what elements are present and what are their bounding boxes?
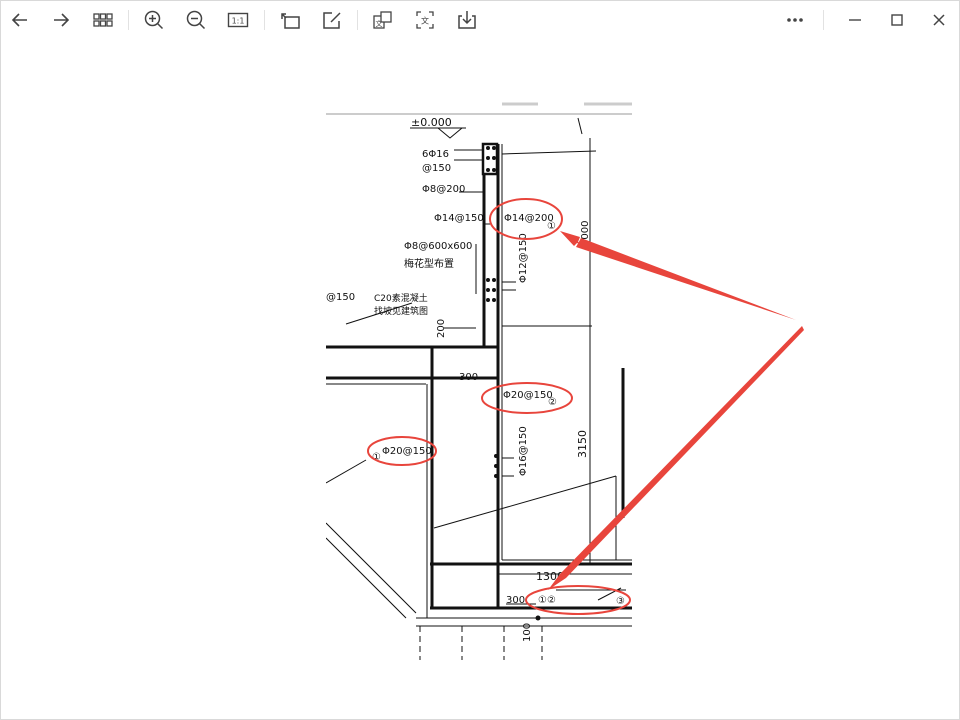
ocr-text-icon[interactable]: 文 [409,4,441,36]
separator [264,10,265,30]
minimize-icon[interactable] [839,4,871,36]
tick [577,117,583,135]
rebar-dot [486,146,490,150]
rebar-dot [486,156,490,160]
wall-lower-label: Φ16@150 [518,426,529,476]
actual-size-button[interactable]: 1:1 [222,4,254,36]
dim-1300: 1300 [536,570,564,583]
level-mark: ±0.000 [411,116,452,129]
left-partial-label: @150 [326,292,355,303]
rebar-dot [492,156,496,160]
toolbar: 1:1 文 文 [0,0,960,40]
more-icon[interactable] [779,4,811,36]
rebar-dot [486,278,490,282]
slope-note: 找坡见建筑图 [374,305,428,317]
rebar-dot [494,474,498,478]
translate-label: 文 [376,19,383,28]
tie-note: 梅花型布置 [404,257,454,270]
bottom-mark-3: ③ [616,596,625,607]
rebar-dot [486,288,490,292]
level-triangle [436,127,464,139]
wall-vertical-label: Φ12@150 [518,233,529,283]
top-rebar-label: 6Φ16 [422,149,449,160]
dim-3150: 3150 [576,430,589,458]
rotate-icon[interactable] [274,4,306,36]
separator [128,10,129,30]
circled-rebar-left: Φ20@150 [382,446,432,457]
separator [823,10,824,30]
circled-rebar-2: Φ20@150 [503,390,553,401]
slope-line [326,537,407,619]
circled-num-left: ① [372,452,381,463]
forward-arrow-icon[interactable] [45,4,77,36]
concrete-note: C20素混凝土 [374,292,428,304]
rebar-dot [492,168,496,172]
slope-line [326,522,417,614]
zoom-in-icon[interactable] [138,4,170,36]
leader-line [326,459,367,484]
dim-top-vertical: 2000 [580,221,591,246]
maximize-icon[interactable] [881,4,913,36]
drawing-image: ±0.000 6Φ16 @150 Φ8@200 Φ14@150 Φ14@200 … [326,98,632,660]
diagonal-line [433,475,617,529]
grid-view-icon[interactable] [87,4,119,36]
close-icon[interactable] [923,4,955,36]
circled-num-1: ① [547,221,556,232]
dim-100: 100 [522,623,533,642]
rebar-dot [486,298,490,302]
dim-300-bottom: 300 [506,595,525,606]
separator [357,10,358,30]
actual-size-label: 1:1 [232,17,245,26]
translate-image-icon[interactable]: 文 [367,4,399,36]
ocr-label: 文 [421,16,429,26]
save-download-icon[interactable] [451,4,483,36]
horizontal-rebar-label: Φ14@150 [434,213,484,224]
zoom-out-icon[interactable] [180,4,212,36]
circled-num-2: ② [548,397,557,408]
rebar-dot [492,278,496,282]
top-spacing-label: @150 [422,163,451,174]
dim-300-mid: 300 [459,372,478,383]
rebar-dot [535,615,541,621]
edit-icon[interactable] [316,4,348,36]
dim-200: 200 [436,319,447,338]
rebar-dot [494,454,498,458]
rebar-dot [492,146,496,150]
bottom-marks: ①② [538,595,556,606]
stirrup-label: Φ8@200 [422,184,465,195]
dashed-line [501,150,597,155]
tie-bar-label: Φ8@600x600 [404,241,472,252]
rebar-dot [492,298,496,302]
rebar-dot [492,288,496,292]
rebar-dot [494,464,498,468]
back-arrow-icon[interactable] [4,4,36,36]
structural-drawing: ±0.000 6Φ16 @150 Φ8@200 Φ14@150 Φ14@200 … [326,102,632,660]
rebar-dot [486,168,490,172]
